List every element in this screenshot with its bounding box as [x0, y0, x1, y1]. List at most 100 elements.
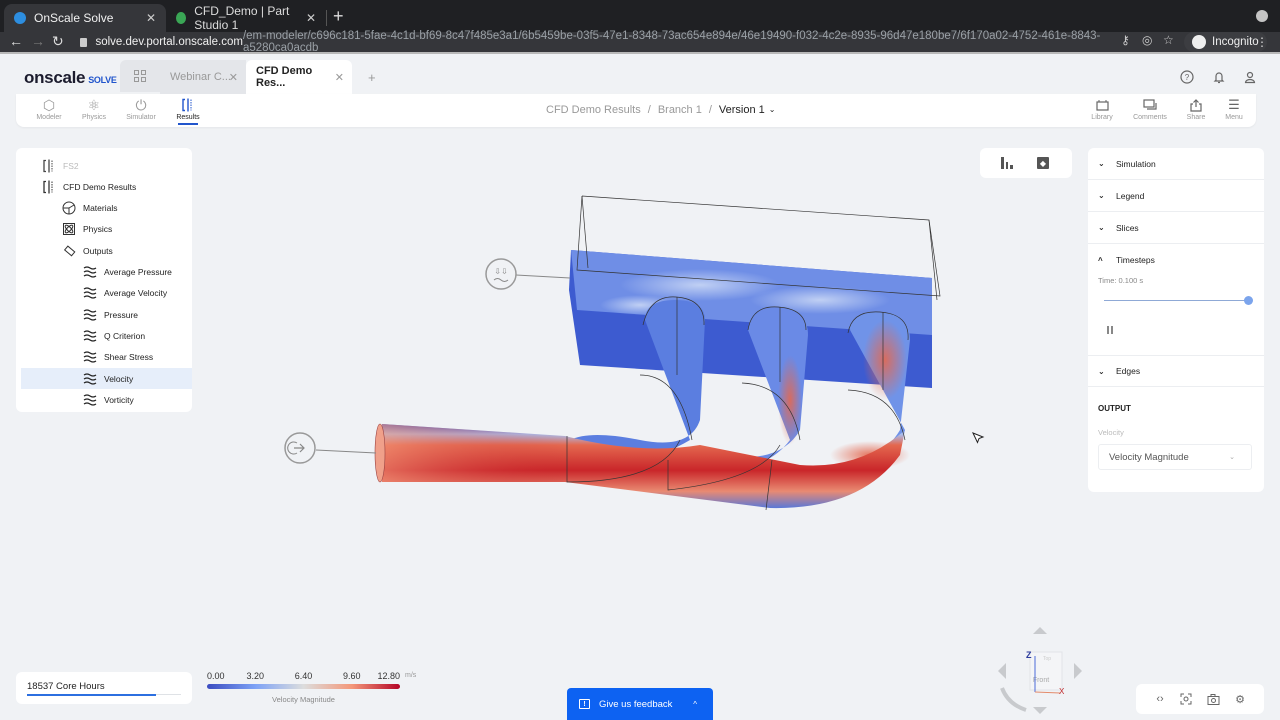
tool-modeler[interactable]: ⬡ Modeler — [24, 96, 74, 122]
tree-item-average-pressure[interactable]: Average Pressure — [16, 262, 192, 283]
timestep-slider-thumb[interactable] — [1243, 296, 1253, 305]
forward-icon[interactable]: → — [31, 33, 45, 49]
section-simulation[interactable]: ⌄ Simulation — [1088, 148, 1264, 180]
help-icon[interactable]: ? — [1179, 69, 1195, 85]
waves-icon — [82, 329, 98, 343]
close-tab-icon[interactable]: ✕ — [229, 71, 238, 84]
onscale-logo[interactable]: onscale SOLVE — [24, 68, 117, 88]
tree-item-q-criterion[interactable]: Q Criterion — [16, 325, 192, 346]
settings-icon[interactable]: ⚙ — [1231, 690, 1249, 708]
tool-simulator[interactable]: ⏻ Simulator — [116, 96, 166, 122]
section-label: Simulation — [1116, 158, 1156, 169]
tool-label: Modeler — [36, 114, 62, 121]
logo-text: onscale — [24, 68, 86, 87]
tree-item-label: Vorticity — [104, 394, 134, 405]
tree-item-pressure[interactable]: Pressure — [16, 304, 192, 325]
bell-icon[interactable] — [1211, 69, 1227, 85]
add-tab-button[interactable]: + — [368, 70, 376, 85]
tab-search-icon[interactable] — [1256, 10, 1268, 22]
incognito-badge[interactable]: Incognito — [1184, 32, 1267, 52]
breadcrumb-version[interactable]: Version 1 — [719, 104, 765, 116]
camera-icon[interactable] — [1204, 690, 1222, 708]
outlet-marker[interactable]: ⇩⇩ — [485, 258, 571, 290]
tool-physics[interactable]: ⚛ Physics — [69, 96, 119, 122]
breadcrumb-branch[interactable]: Branch 1 — [658, 104, 702, 116]
tool-menu[interactable]: ☰ Menu — [1212, 96, 1256, 121]
breadcrumb-project[interactable]: CFD Demo Results — [546, 104, 641, 116]
section-timesteps[interactable]: ^ Timesteps — [1088, 244, 1264, 276]
tree-item-outputs[interactable]: Outputs — [16, 240, 192, 261]
tab-separator — [326, 10, 327, 26]
close-tab-icon[interactable]: ✕ — [146, 11, 156, 25]
waves-icon — [82, 265, 98, 279]
incognito-icon — [1192, 35, 1206, 49]
tree-item-velocity[interactable]: Velocity — [21, 368, 192, 389]
tool-label: Physics — [81, 114, 107, 121]
tree-item-physics[interactable]: Physics — [16, 219, 192, 240]
core-hours-widget[interactable]: 18537 Core Hours — [16, 672, 192, 704]
app-tab-webinar[interactable]: Webinar C... ✕ — [160, 60, 246, 94]
focus-icon[interactable] — [1177, 690, 1195, 708]
section-edges[interactable]: ⌄ Edges — [1088, 355, 1264, 387]
url-field[interactable]: solve.dev.portal.onscale.com/em-modeler/… — [70, 30, 1115, 54]
tool-results[interactable]: Results — [163, 96, 213, 125]
onshape-favicon-icon — [176, 12, 187, 24]
rotate-right-arrow-icon[interactable] — [1074, 663, 1082, 679]
selected-value: Velocity Magnitude — [1109, 451, 1189, 463]
tool-library[interactable]: Library — [1080, 96, 1124, 121]
rotate-down-arrow-icon[interactable] — [1033, 707, 1047, 714]
chevron-down-icon[interactable]: ⌄ — [769, 105, 776, 116]
pause-button[interactable] — [1107, 326, 1113, 334]
breadcrumb: CFD Demo Results / Branch 1 / Version 1 … — [546, 104, 775, 116]
tree-item-shear-stress[interactable]: Shear Stress — [16, 347, 192, 368]
output-component-select[interactable]: Velocity Magnitude ⌄ — [1098, 444, 1252, 470]
colorbar-tick-label: 12.80 — [377, 671, 400, 681]
timestep-time-label: Time: 0.100 s — [1098, 276, 1144, 285]
chart-view-button[interactable] — [998, 154, 1016, 172]
rotate-up-arrow-icon[interactable] — [1033, 627, 1047, 634]
results-icon — [41, 180, 57, 194]
close-tab-icon[interactable]: ✕ — [335, 71, 344, 84]
key-icon[interactable]: ⚷ — [1121, 33, 1130, 47]
model-view-button[interactable]: ◆ — [1034, 154, 1052, 172]
section-label: Timesteps — [1116, 255, 1155, 265]
tool-comments[interactable]: Comments — [1128, 96, 1172, 121]
new-tab-button[interactable]: + — [333, 6, 344, 27]
timestep-slider-track[interactable] — [1104, 300, 1248, 301]
close-tab-icon[interactable]: ✕ — [306, 11, 316, 25]
model-view-icon: ◆ — [1037, 157, 1049, 169]
code-icon[interactable]: ‹› — [1151, 690, 1169, 708]
tree-item-label: Q Criterion — [104, 330, 146, 341]
browser-tab-onscale[interactable]: OnScale Solve ✕ — [4, 4, 166, 32]
reload-icon[interactable]: ↻ — [52, 33, 64, 50]
browser-tab-cfd-demo[interactable]: CFD_Demo | Part Studio 1 ✕ — [166, 4, 326, 32]
eye-off-icon[interactable]: ◎ — [1142, 33, 1152, 47]
feedback-button[interactable]: ! Give us feedback ^ — [567, 688, 713, 720]
tool-label: Simulator — [126, 114, 156, 121]
3d-viewport[interactable]: ⇩⇩ — [200, 130, 1080, 670]
tag-icon — [61, 244, 77, 258]
inlet-marker[interactable] — [284, 432, 377, 464]
star-icon[interactable]: ☆ — [1163, 33, 1174, 47]
rotate-ccw-icon[interactable] — [1000, 687, 1027, 712]
tab-title: CFD_Demo | Part Studio 1 — [194, 4, 290, 32]
tree-item-vorticity[interactable]: Vorticity — [16, 389, 192, 410]
navigation-cube[interactable]: Top Front Z X — [990, 622, 1090, 720]
section-legend[interactable]: ⌄ Legend — [1088, 180, 1264, 212]
tree-item-label: FS2 — [63, 160, 79, 171]
browser-menu-icon[interactable]: ⋮ — [1256, 35, 1268, 49]
tree-item-materials[interactable]: Materials — [16, 198, 192, 219]
tree-item-average-velocity[interactable]: Average Velocity — [16, 283, 192, 304]
back-icon[interactable]: ← — [9, 33, 23, 49]
app-tab-cfd-demo-results[interactable]: CFD Demo Res... ✕ — [246, 60, 352, 94]
mouse-cursor-icon — [972, 432, 985, 444]
user-icon[interactable] — [1242, 69, 1258, 85]
cube-face-top: Top — [1043, 656, 1051, 662]
tree-item-cfd-demo-results[interactable]: CFD Demo Results — [16, 176, 192, 197]
section-slices[interactable]: ⌄ Slices — [1088, 212, 1264, 244]
rotate-left-arrow-icon[interactable] — [998, 663, 1006, 679]
onscale-favicon-icon — [14, 12, 26, 24]
tree-item-fs2[interactable]: FS2 — [16, 155, 192, 176]
results-settings-panel: ⌄ Simulation ⌄ Legend ⌄ Slices ^ Timesteps T… — [1088, 148, 1264, 492]
projects-grid-button[interactable] — [120, 60, 160, 92]
